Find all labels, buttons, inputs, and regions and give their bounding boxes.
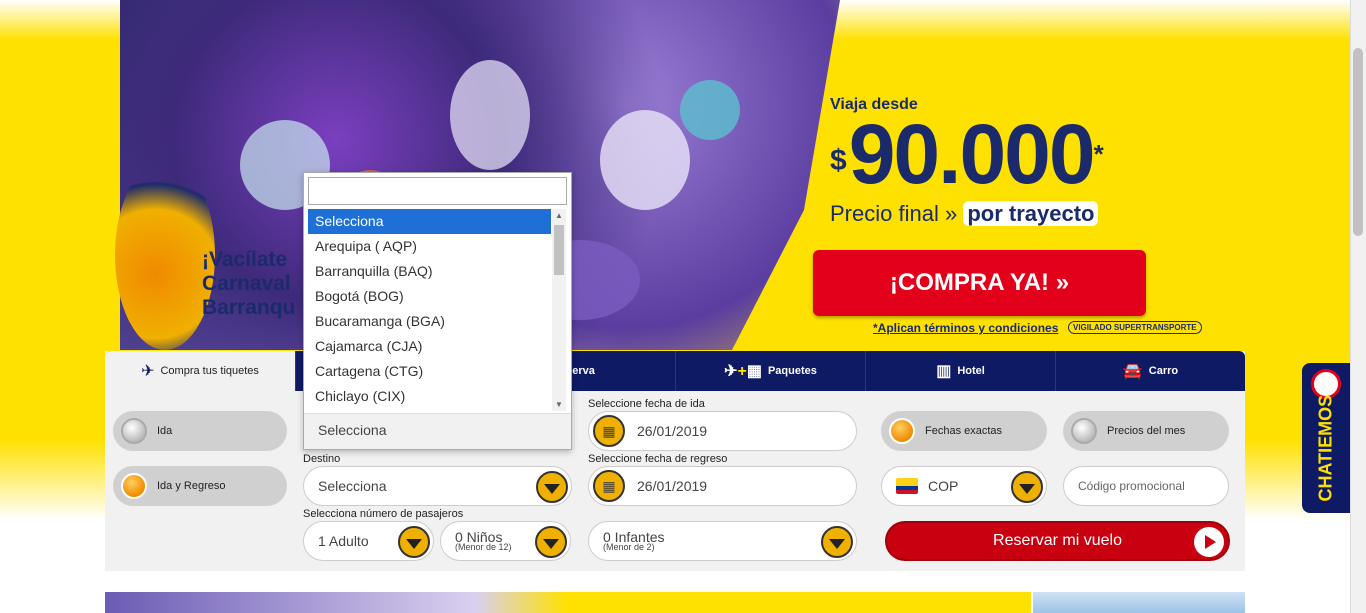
radio-round-trip-label: Ida y Regreso (157, 480, 226, 492)
adults-select[interactable]: 1 Adulto (303, 521, 434, 561)
offer-final-highlight: por trayecto (963, 200, 1099, 226)
offer-price: $90.000* (830, 112, 1104, 201)
bottom-side-banner (1033, 592, 1245, 613)
destination-value: Selecciona (318, 478, 387, 494)
page-scroll-thumb[interactable] (1353, 48, 1363, 236)
chevron-down-icon[interactable] (1011, 471, 1043, 503)
promo-code-input[interactable]: Código promocional (1063, 466, 1229, 506)
destination-select[interactable]: Selecciona (303, 466, 572, 506)
scroll-up-icon[interactable]: ▲ (555, 211, 563, 220)
destination-label: Destino (303, 453, 341, 465)
radio-round-trip-dot (121, 473, 147, 499)
tab-hotel[interactable]: ▥ Hotel (865, 351, 1055, 391)
radio-one-way[interactable]: Ida (113, 411, 287, 451)
chat-widget[interactable]: CHATIEMOS (1302, 363, 1350, 513)
infants-select[interactable]: 0 Infantes (Menor de 2) (588, 521, 857, 561)
origin-list-scroll-thumb[interactable] (554, 225, 564, 275)
promo-code-placeholder: Código promocional (1078, 479, 1185, 493)
calendar-icon[interactable]: ▦ (593, 470, 625, 502)
building-icon: ▥ (936, 363, 952, 380)
page-scrollbar[interactable] (1350, 0, 1366, 613)
children-sub: (Menor de 12) (455, 541, 512, 552)
hero-headline-line2: Carnaval (202, 272, 291, 295)
offer-asterisk: * (1093, 139, 1104, 169)
origin-option[interactable]: Bogotá (BOG) (308, 284, 551, 309)
booking-tabs: ✈ Compra tus tiquetes serva ✈+▦ Paquetes… (105, 351, 1245, 391)
offer-final: Precio final » por trayecto (830, 200, 1102, 227)
colombia-flag-icon (896, 478, 918, 494)
passengers-label: Selecciona número de pasajeros (303, 508, 464, 520)
vigilado-logo: VIGILADO SUPERTRANSPORTE (1068, 321, 1202, 334)
currency-value: COP (928, 478, 959, 494)
reserve-flight-label: Reservar mi vuelo (993, 532, 1122, 549)
tab-packages[interactable]: ✈+▦ Paquetes (675, 351, 865, 391)
chevron-down-icon[interactable] (398, 526, 430, 558)
radio-month-prices-dot (1071, 418, 1097, 444)
adults-value: 1 Adulto (318, 533, 369, 549)
scroll-down-icon[interactable]: ▼ (555, 400, 563, 409)
radio-exact-dates[interactable]: Fechas exactas (881, 411, 1047, 451)
radio-one-way-dot (121, 418, 147, 444)
return-date-label: Seleccione fecha de regreso (588, 453, 728, 465)
offer-final-prefix: Precio final » (830, 200, 958, 226)
chevron-down-icon[interactable] (536, 471, 568, 503)
currency-select[interactable]: COP (881, 466, 1047, 506)
chat-label: CHATIEMOS (1315, 394, 1336, 502)
decorative-flower (115, 160, 215, 350)
hero-headline-line1: ¡Vacílate (202, 248, 288, 271)
origin-option[interactable]: Barranquilla (BAQ) (308, 259, 551, 284)
tab-flights[interactable]: ✈ Compra tus tiquetes (105, 351, 295, 391)
children-select[interactable]: 0 Niños (Menor de 12) (440, 521, 571, 561)
depart-date-field[interactable]: ▦ 26/01/2019 (588, 411, 857, 451)
tab-car-label: Carro (1148, 365, 1179, 377)
radio-month-prices-label: Precios del mes (1107, 425, 1186, 437)
origin-list-scrollbar[interactable]: ▲ ▼ (552, 209, 566, 411)
terms-link[interactable]: *Aplican términos y condiciones (873, 321, 1058, 335)
origin-select-value[interactable]: Selecciona (304, 413, 571, 449)
origin-option[interactable]: Arequipa ( AQP) (308, 234, 551, 259)
origin-option[interactable]: Cajamarca (CJA) (308, 334, 551, 359)
tab-packages-label: Paquetes (767, 365, 817, 377)
car-icon: 🚘 (1122, 363, 1143, 380)
offer-block: Viaja desde $90.000* Precio final » por … (830, 96, 1104, 227)
chevron-down-icon[interactable] (535, 526, 567, 558)
radio-month-prices[interactable]: Precios del mes (1063, 411, 1229, 451)
plane-icon: ✈ (141, 363, 155, 380)
play-icon (1194, 527, 1224, 557)
tab-flights-label: Compra tus tiquetes (160, 365, 259, 377)
offer-amount: 90.000 (848, 107, 1096, 201)
tab-car[interactable]: 🚘 Carro (1055, 351, 1245, 391)
bottom-banner (105, 592, 1031, 613)
hero-headline: ¡Vacílate Carnaval Barranqu (202, 248, 295, 320)
calendar-icon[interactable]: ▦ (593, 415, 625, 447)
origin-option[interactable]: Cartagena (CTG) (308, 359, 551, 384)
chevron-down-icon[interactable] (821, 526, 853, 558)
radio-exact-dates-label: Fechas exactas (925, 425, 1003, 437)
return-date-field[interactable]: ▦ 26/01/2019 (588, 466, 857, 506)
radio-one-way-label: Ida (157, 425, 173, 437)
radio-round-trip[interactable]: Ida y Regreso (113, 466, 287, 506)
origin-option[interactable]: Selecciona (308, 209, 551, 234)
depart-date-value: 26/01/2019 (637, 423, 708, 439)
hero-headline-line3: Barranqu (202, 296, 296, 319)
origin-dropdown[interactable]: Selecciona Arequipa ( AQP) Barranquilla … (303, 172, 572, 450)
tab-hotel-label: Hotel (957, 365, 985, 377)
return-date-value: 26/01/2019 (637, 478, 708, 494)
reserve-flight-button[interactable]: Reservar mi vuelo (885, 521, 1230, 561)
plane-hotel-icon: ✈+▦ (724, 363, 762, 380)
offer-currency: $ (830, 143, 847, 177)
radio-exact-dates-dot (889, 418, 915, 444)
buy-now-button[interactable]: ¡COMPRA YA! » (813, 250, 1146, 316)
origin-option[interactable]: Chiclayo (CIX) (308, 384, 551, 409)
origin-search-input[interactable] (308, 177, 567, 205)
origin-options-list[interactable]: Selecciona Arequipa ( AQP) Barranquilla … (308, 209, 551, 411)
depart-date-label: Seleccione fecha de ida (588, 398, 705, 410)
origin-option[interactable]: Bucaramanga (BGA) (308, 309, 551, 334)
